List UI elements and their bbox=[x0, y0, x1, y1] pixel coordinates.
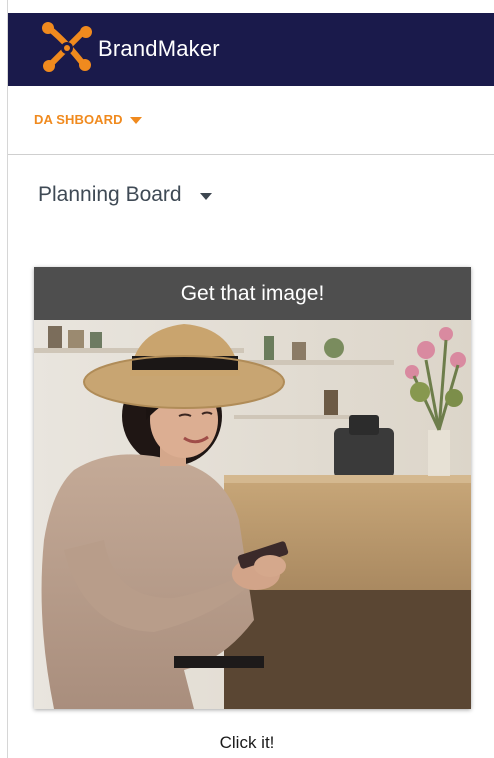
image-card[interactable]: Get that image! bbox=[34, 267, 471, 709]
board-selector-label: Planning Board bbox=[38, 183, 182, 206]
top-header-bar: BrandMaker bbox=[8, 13, 494, 86]
dashboard-menu[interactable]: DA SHBOARD bbox=[34, 112, 142, 127]
planning-board-dropdown[interactable]: Planning Board bbox=[38, 183, 212, 207]
woman-with-phone-photo[interactable] bbox=[34, 320, 471, 709]
caret-down-icon bbox=[129, 116, 142, 124]
photo-illustration bbox=[34, 320, 471, 709]
brandmaker-logo-icon[interactable] bbox=[38, 19, 96, 77]
click-it-caption: Click it! bbox=[219, 733, 275, 752]
brand-name: BrandMaker bbox=[98, 36, 220, 61]
dashboard-label: DA SHBOARD bbox=[34, 112, 123, 127]
caret-down-icon bbox=[199, 193, 212, 200]
app-root: BrandMaker DA SHBOARD Planning Board Get… bbox=[0, 0, 494, 758]
card-header: Get that image! bbox=[34, 267, 471, 320]
nav-bar: DA SHBOARD bbox=[8, 86, 494, 155]
